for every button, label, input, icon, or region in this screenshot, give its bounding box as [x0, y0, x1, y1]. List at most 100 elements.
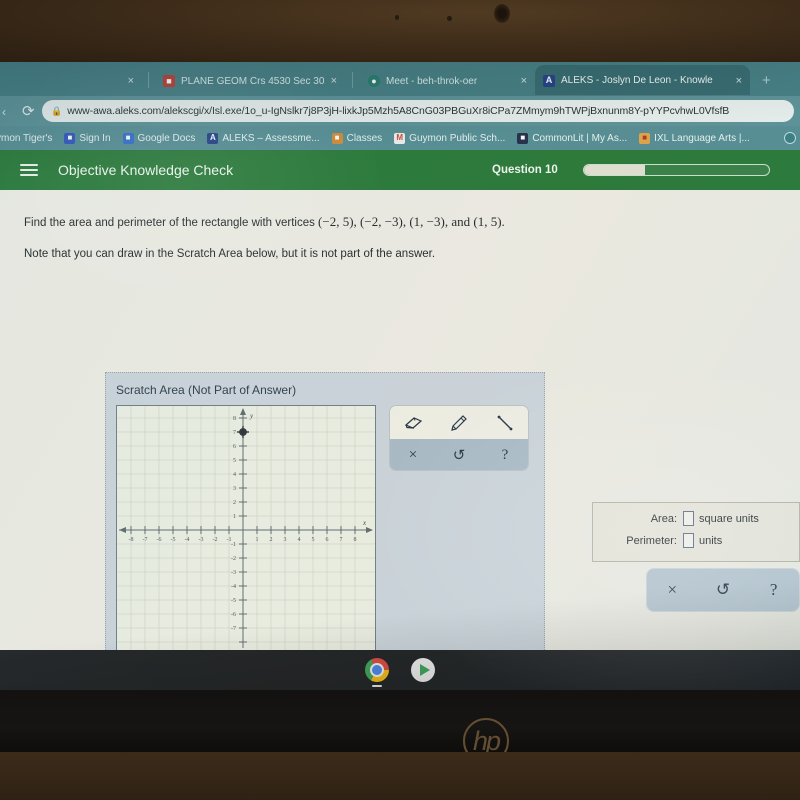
- progress-bar: [583, 164, 770, 176]
- answer-undo-button[interactable]: ↺: [705, 576, 741, 604]
- line-tool-icon: [497, 415, 513, 430]
- svg-text:-6: -6: [231, 612, 236, 618]
- undo-icon: ↺: [452, 448, 466, 464]
- svg-text:-7: -7: [143, 537, 148, 543]
- progress-bar-fill: [584, 165, 646, 175]
- desk-surface-top: [0, 0, 800, 62]
- bookmark-guymon-tigers[interactable]: ymon Tiger's: [0, 133, 52, 144]
- perimeter-unit-label: units: [699, 534, 723, 547]
- answer-clear-button[interactable]: ×: [654, 576, 690, 604]
- aleks-icon: A: [543, 74, 555, 87]
- svg-text:-7: -7: [231, 626, 236, 632]
- bookmark-commonlit[interactable]: ■ CommonLit | My As...: [517, 132, 628, 144]
- svg-text:4: 4: [233, 472, 236, 478]
- browser-tab-plane-geom[interactable]: ■ PLANE GEOM Crs 4530 Sec 302 ×: [155, 66, 345, 96]
- close-icon[interactable]: ×: [736, 75, 742, 87]
- answer-row-area: Area: square units: [593, 511, 799, 526]
- bookmark-label: Sign In: [79, 132, 111, 144]
- undo-icon: ↺: [715, 580, 731, 599]
- scratch-area-title: Scratch Area (Not Part of Answer): [116, 383, 297, 397]
- laptop-screen: ...ome × ■ PLANE GEOM Crs 4530 Sec 302 ×…: [0, 62, 800, 690]
- chrome-browser-chrome: ...ome × ■ PLANE GEOM Crs 4530 Sec 302 ×…: [0, 62, 800, 150]
- svg-text:-4: -4: [231, 584, 236, 590]
- answer-panel: Area: square units Perimeter: units: [592, 502, 800, 562]
- perimeter-label: Perimeter:: [626, 534, 677, 547]
- svg-text:5: 5: [312, 537, 315, 543]
- browser-tab-aleks-active[interactable]: A ALEKS - Joslyn De Leon - Knowle ×: [535, 65, 750, 96]
- svg-text:7: 7: [340, 537, 343, 543]
- page-title: Objective Knowledge Check: [58, 162, 234, 178]
- laptop-photo-frame: ...ome × ■ PLANE GEOM Crs 4530 Sec 302 ×…: [0, 0, 800, 800]
- red-doc-icon: ■: [163, 75, 175, 87]
- bookmarks-bar: ymon Tiger's ■ Sign In ■ Google Docs A A…: [0, 126, 800, 150]
- bookmark-guymon-public-schools[interactable]: M Guymon Public Sch...: [394, 132, 505, 144]
- area-input[interactable]: [683, 511, 694, 526]
- hamburger-icon[interactable]: [20, 161, 38, 179]
- pencil-tool-button[interactable]: [441, 409, 477, 437]
- aleks-icon: A: [207, 132, 219, 144]
- bookmark-label: IXL Language Arts |...: [654, 132, 750, 144]
- globe-icon[interactable]: [784, 132, 796, 144]
- answer-help-button[interactable]: ?: [756, 576, 792, 604]
- reload-icon[interactable]: ⟳: [22, 102, 35, 120]
- svg-text:6: 6: [326, 537, 329, 543]
- svg-text:-5: -5: [171, 537, 176, 543]
- address-bar[interactable]: 🔒 www-awa.aleks.com/alekscgi/x/Isl.exe/1…: [42, 100, 794, 122]
- question-line-1: Find the area and perimeter of the recta…: [24, 212, 776, 232]
- browser-tab-partial[interactable]: ...ome ×: [0, 66, 142, 96]
- bookmark-sign-in[interactable]: ■ Sign In: [64, 132, 111, 144]
- browser-toolbar: ‹ ⟳ 🔒 www-awa.aleks.com/alekscgi/x/Isl.e…: [0, 96, 800, 126]
- svg-text:-8: -8: [129, 537, 134, 543]
- scratch-clear-button[interactable]: ×: [395, 442, 431, 470]
- scratch-area-panel[interactable]: Scratch Area (Not Part of Answer) -8 -7 …: [105, 372, 545, 652]
- bookmark-aleks-assessment[interactable]: A ALEKS – Assessme...: [207, 132, 320, 144]
- svg-text:-4: -4: [185, 537, 190, 543]
- scratch-toolbar-row-draw: [390, 406, 528, 439]
- bookmark-classes[interactable]: ■ Classes: [331, 132, 382, 144]
- bookmark-label: CommonLit | My As...: [532, 132, 628, 144]
- svg-text:6: 6: [233, 444, 236, 450]
- bookmark-label: ALEKS – Assessme...: [222, 132, 320, 144]
- svg-text:-6: -6: [157, 537, 162, 543]
- bookmark-google-docs[interactable]: ■ Google Docs: [122, 132, 195, 144]
- perimeter-input[interactable]: [683, 533, 694, 548]
- close-icon[interactable]: ×: [331, 75, 337, 87]
- area-label: Area:: [650, 512, 677, 525]
- meet-icon: ●: [368, 75, 380, 87]
- svg-text:-3: -3: [231, 570, 236, 576]
- help-icon: ?: [769, 580, 778, 599]
- clear-icon: ×: [667, 580, 678, 599]
- graph-svg: -8 -7 -6 -5 -4 -3 -2 -1 1 2 3 4 5 6 7 8 8 7 6 5 4 3 2 1…: [117, 406, 375, 650]
- answer-row-perimeter: Perimeter: units: [593, 533, 799, 548]
- coordinate-graph[interactable]: -8 -7 -6 -5 -4 -3 -2 -1 1 2 3 4 5 6 7 8 8 7 6 5 4 3 2 1…: [116, 405, 376, 651]
- question-line-2: Note that you can draw in the Scratch Ar…: [24, 248, 436, 261]
- eraser-tool-button[interactable]: [395, 409, 431, 437]
- pencil-icon: [451, 414, 467, 431]
- area-unit-label: square units: [699, 512, 759, 525]
- browser-tab-meet[interactable]: ● Meet - beh-throk-oer ×: [360, 66, 535, 96]
- chrome-icon[interactable]: [365, 658, 389, 687]
- svg-text:1: 1: [256, 537, 259, 543]
- close-icon[interactable]: ×: [128, 75, 134, 87]
- new-tab-button[interactable]: +: [762, 72, 771, 89]
- close-icon[interactable]: ×: [521, 75, 527, 87]
- aleks-header-bar: Objective Knowledge Check Question 10: [0, 150, 800, 190]
- play-store-icon[interactable]: [411, 658, 435, 682]
- tab-title: PLANE GEOM Crs 4530 Sec 302: [181, 75, 325, 87]
- bookmark-ixl-language-arts[interactable]: ■ IXL Language Arts |...: [639, 132, 750, 144]
- svg-text:2: 2: [270, 537, 273, 543]
- svg-text:3: 3: [233, 486, 236, 492]
- lock-icon: 🔒: [51, 105, 63, 116]
- url-text: www-awa.aleks.com/alekscgi/x/Isl.exe/1o_…: [67, 105, 730, 117]
- gmail-icon: M: [394, 132, 406, 144]
- desk-speck: [395, 15, 399, 20]
- line-tool-button[interactable]: [487, 409, 523, 437]
- eraser-icon: [404, 417, 423, 429]
- back-icon[interactable]: ‹: [2, 105, 6, 119]
- ixl-icon: ■: [639, 132, 651, 144]
- desk-speck: [494, 4, 510, 23]
- scratch-help-button[interactable]: ?: [487, 442, 523, 470]
- scratch-undo-button[interactable]: ↺: [441, 442, 477, 470]
- help-icon: ?: [501, 447, 509, 463]
- tab-divider: [352, 72, 353, 88]
